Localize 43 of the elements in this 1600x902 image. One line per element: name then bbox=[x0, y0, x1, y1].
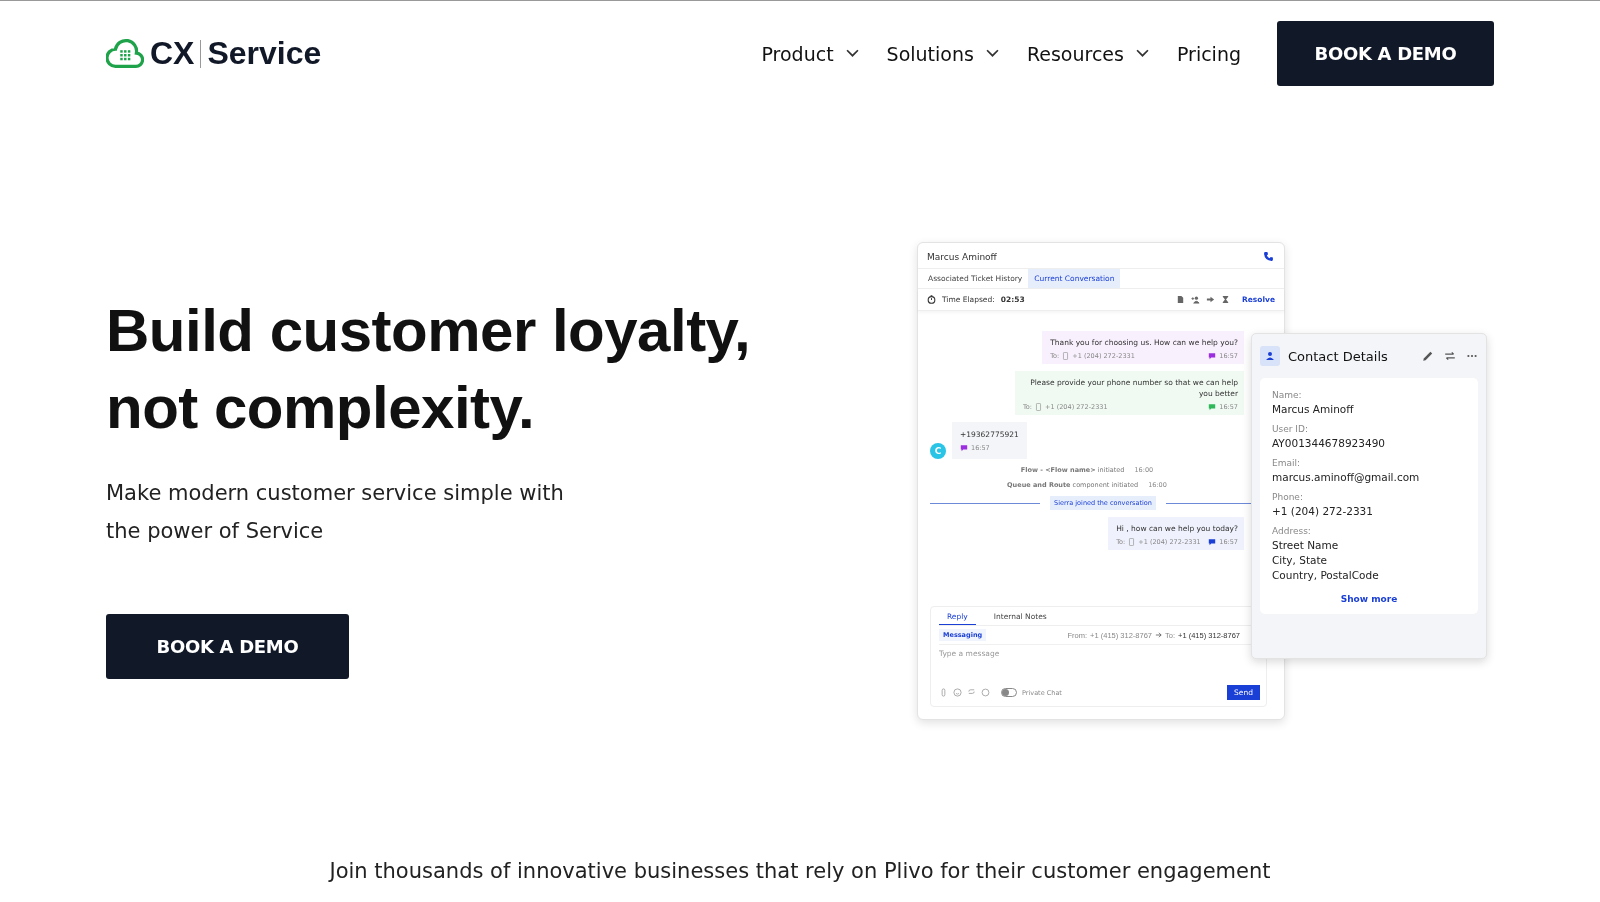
phone-icon[interactable] bbox=[1263, 251, 1274, 262]
mobile-icon bbox=[1128, 538, 1136, 546]
mobile-icon bbox=[1035, 403, 1043, 411]
card-title: Contact Details bbox=[1288, 348, 1388, 364]
field-value: Street Name bbox=[1272, 539, 1340, 551]
forward-arrow-icon[interactable] bbox=[1205, 295, 1215, 304]
nav-link[interactable]: Pricing bbox=[1176, 42, 1241, 65]
show-more-link[interactable]: Show more bbox=[1340, 594, 1398, 604]
tagline: Join thousands of innovative businesses that rely on Plivo for their customer engagement bbox=[327, 859, 1272, 883]
field-label: Phone: bbox=[1272, 492, 1304, 502]
avatar: C bbox=[930, 443, 946, 459]
hero-heading: Build customer loyalty, bbox=[106, 296, 751, 366]
book-demo-button[interactable]: BOOK A DEMO bbox=[1277, 21, 1494, 86]
field-label: Address: bbox=[1272, 526, 1312, 536]
field-value: City, State bbox=[1272, 554, 1329, 566]
nav-link[interactable]: Product bbox=[761, 42, 859, 65]
nav-link[interactable]: Resources bbox=[1026, 42, 1149, 65]
add-user-icon[interactable] bbox=[1190, 295, 1200, 304]
mobile-icon bbox=[1062, 352, 1070, 360]
cloud-logo-icon bbox=[106, 37, 144, 70]
stopwatch-icon bbox=[927, 295, 936, 304]
contact-name: Marcus Aminoff bbox=[927, 251, 997, 262]
document-icon[interactable] bbox=[1175, 295, 1185, 304]
hero-subtitle: the power of Service bbox=[106, 518, 324, 545]
swap-arrows-icon[interactable] bbox=[1444, 350, 1456, 362]
logo-text: Service bbox=[207, 35, 322, 72]
person-icon bbox=[1260, 346, 1280, 366]
field-value: marcus.aminoff@gmail.com bbox=[1272, 471, 1421, 483]
pencil-icon[interactable] bbox=[1422, 350, 1434, 362]
hero-subtitle: Make modern customer service simple with bbox=[106, 480, 564, 507]
hourglass-icon[interactable] bbox=[1220, 295, 1230, 304]
field-value: Country, PostalCode bbox=[1272, 569, 1380, 581]
arrow-right-icon bbox=[1155, 631, 1163, 639]
field-value: Marcus Aminoff bbox=[1272, 403, 1355, 415]
book-demo-button[interactable]: BOOK A DEMO bbox=[106, 614, 349, 679]
field-label: Name: bbox=[1272, 390, 1303, 400]
field-label: Email: bbox=[1272, 458, 1301, 468]
field-value: +1 (204) 272-2331 bbox=[1272, 505, 1374, 517]
field-value: AY001344678923490 bbox=[1272, 437, 1386, 449]
field-label: User ID: bbox=[1272, 424, 1309, 434]
nav-link[interactable]: Solutions bbox=[886, 42, 999, 65]
logo-text: CX bbox=[150, 35, 195, 72]
hero-heading: not complexity. bbox=[106, 373, 535, 443]
